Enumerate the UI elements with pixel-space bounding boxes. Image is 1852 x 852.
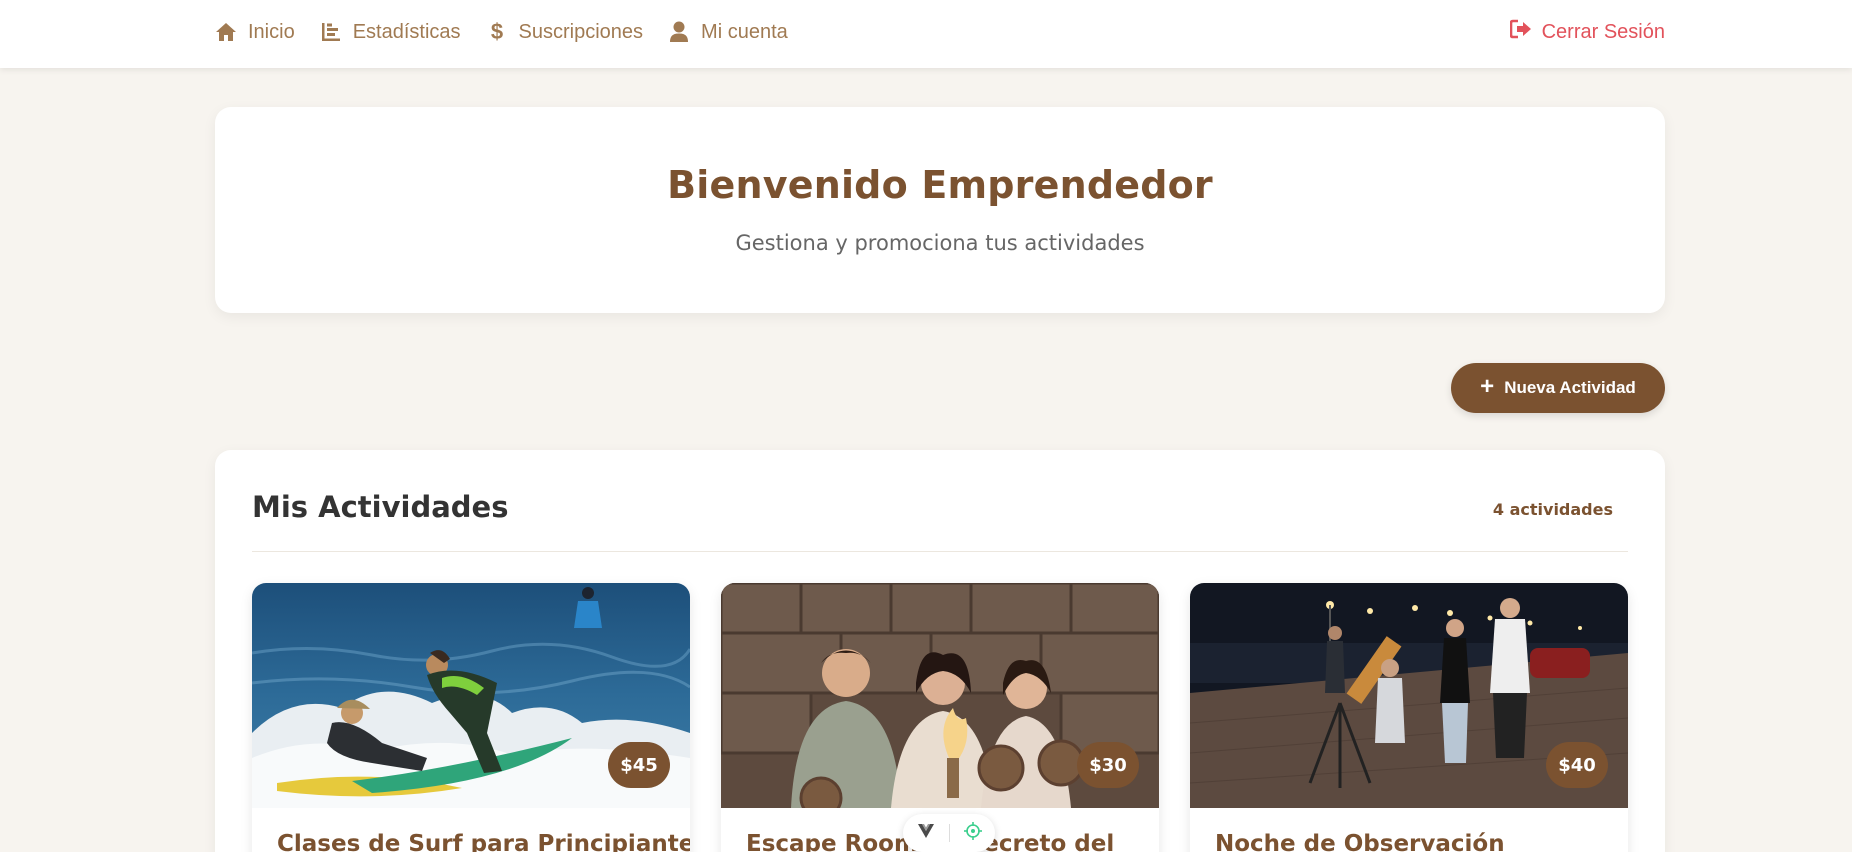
nav-item-label: Suscripciones [518, 20, 644, 43]
nav-menu: Inicio Estadísticas $ Suscripciones Mi c… [214, 0, 788, 64]
toolbar-separator [948, 824, 950, 842]
bar-chart-icon [319, 20, 343, 44]
nav-item-label: Inicio [248, 20, 295, 43]
stargazing-photo: $40 [1190, 583, 1628, 808]
vue-logo-icon[interactable] [917, 823, 935, 843]
home-icon [214, 20, 238, 44]
welcome-card: Bienvenido Emprendedor Gestiona y promoc… [215, 107, 1665, 313]
svg-text:$: $ [490, 21, 502, 43]
logout-button[interactable]: Cerrar Sesión [1509, 0, 1665, 64]
sign-out-icon [1509, 19, 1532, 45]
escape-room-photo: $30 [721, 583, 1159, 808]
nav-item-inicio[interactable]: Inicio [214, 20, 295, 44]
nav-item-estadisticas[interactable]: Estadísticas [319, 20, 461, 44]
activity-card[interactable]: $30 Escape Room: El Secreto del [721, 583, 1159, 852]
dollar-icon: $ [485, 20, 509, 44]
activity-card[interactable]: $45 Clases de Surf para Principiantes [252, 583, 690, 852]
activity-card-title: Noche de Observación [1215, 831, 1505, 852]
nav-item-label: Mi cuenta [701, 20, 788, 43]
floating-toolbar [903, 814, 995, 852]
activity-card[interactable]: $40 Noche de Observación [1190, 583, 1628, 852]
price-badge: $45 [608, 742, 670, 788]
activities-panel: Mis Actividades 4 actividades $45 Clases… [215, 450, 1665, 852]
welcome-title: Bienvenido Emprendedor [667, 163, 1213, 207]
activity-card-title: Clases de Surf para Principiantes [277, 831, 690, 852]
activities-count: 4 actividades [1492, 500, 1613, 519]
nav-item-label: Estadísticas [352, 20, 461, 43]
divider [252, 551, 1628, 552]
activities-title: Mis Actividades [252, 490, 509, 524]
plus-icon: + [1480, 373, 1495, 400]
user-icon [667, 20, 691, 44]
activity-cards: $45 Clases de Surf para Principiantes $3… [252, 583, 1628, 852]
price-badge: $30 [1077, 742, 1139, 788]
nav-item-mi-cuenta[interactable]: Mi cuenta [667, 20, 788, 44]
top-navbar: Inicio Estadísticas $ Suscripciones Mi c… [0, 0, 1852, 68]
new-activity-label: Nueva Actividad [1504, 378, 1636, 397]
crosshair-icon[interactable] [963, 822, 982, 844]
welcome-subtitle: Gestiona y promociona tus actividades [735, 231, 1145, 255]
new-activity-button[interactable]: + Nueva Actividad [1451, 363, 1665, 413]
surf-lesson-photo: $45 [252, 583, 690, 808]
nav-item-suscripciones[interactable]: $ Suscripciones [485, 20, 644, 44]
logout-label: Cerrar Sesión [1541, 20, 1665, 43]
price-badge: $40 [1546, 742, 1608, 788]
